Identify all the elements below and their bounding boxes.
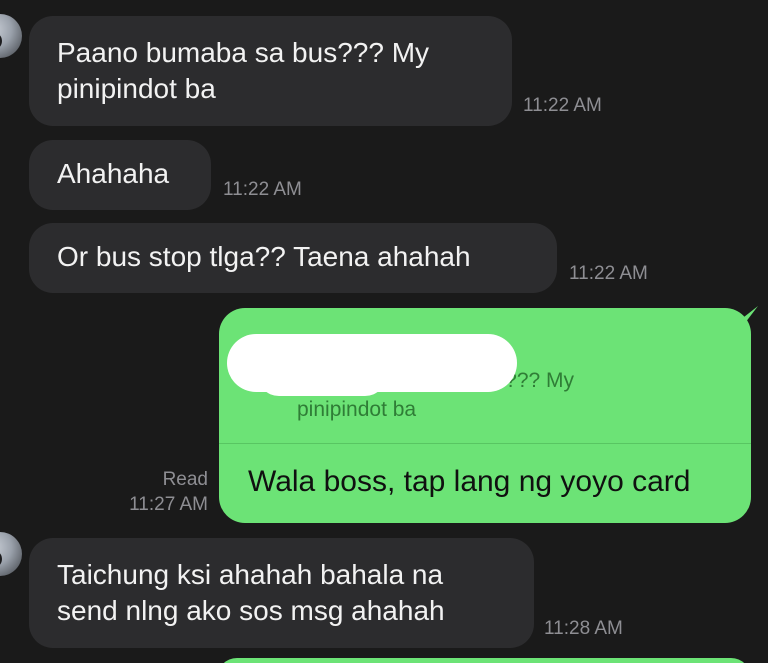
message-line: Or bus stop tlga?? Taena ahahah — [57, 241, 471, 272]
message-line: send nlng ako sos msg ahahah — [57, 595, 445, 626]
incoming-message-bubble[interactable]: Or bus stop tlga?? Taena ahahah — [29, 223, 557, 293]
incoming-message-bubble[interactable]: Paano bumaba sa bus??? My pinipindot ba — [29, 16, 512, 126]
outgoing-message-text: Wala boss, tap lang ng yoyo card — [248, 465, 691, 498]
message-timestamp: 11:22 AM — [569, 263, 648, 284]
redacted-sender-name — [227, 334, 517, 396]
message-timestamp: 11:28 AM — [544, 618, 623, 639]
incoming-message-bubble[interactable]: Ahahaha — [29, 140, 211, 210]
message-line: pinipindot ba — [57, 73, 216, 104]
incoming-message-bubble[interactable]: Taichung ksi ahahah bahala na send nlng … — [29, 538, 534, 648]
message-timestamp: 11:22 AM — [223, 179, 302, 200]
message-line: Ahahaha — [57, 158, 170, 189]
outgoing-message-bubble-partial[interactable] — [217, 658, 751, 663]
contact-avatar[interactable] — [0, 14, 22, 58]
outgoing-message-bubble[interactable]: aano bumaba sa bus??? My pinipindot ba W… — [219, 308, 751, 523]
reply-quote-line: pinipindot ba — [297, 398, 417, 421]
read-time: 11:27 AM — [129, 494, 208, 515]
contact-avatar[interactable] — [0, 532, 22, 576]
reply-divider — [219, 443, 751, 444]
message-line: Paano bumaba sa bus??? My — [57, 37, 430, 68]
message-line: Taichung ksi ahahah bahala na — [57, 559, 444, 590]
chat-thread: Paano bumaba sa bus??? My pinipindot ba … — [0, 0, 768, 663]
read-label: Read — [162, 469, 208, 490]
message-timestamp: 11:22 AM — [523, 95, 602, 116]
read-receipt: Read 11:27 AM — [124, 467, 208, 517]
